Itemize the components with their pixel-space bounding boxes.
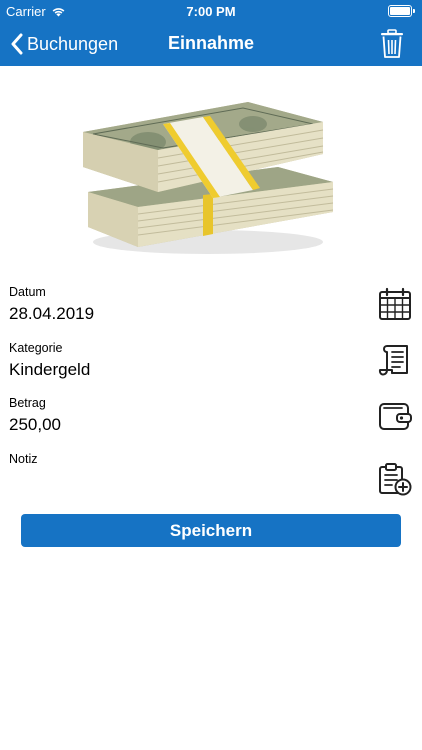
money-stack-image xyxy=(83,102,334,254)
date-value[interactable]: 28.04.2019 xyxy=(9,304,349,324)
wallet-icon[interactable] xyxy=(378,399,412,433)
amount-label: Betrag xyxy=(9,396,46,410)
battery-icon xyxy=(388,5,415,17)
category-label: Kategorie xyxy=(9,341,63,355)
clipboard-add-icon[interactable] xyxy=(378,462,412,496)
category-field[interactable]: Kategorie Kindergeld xyxy=(9,341,349,380)
note-field[interactable]: Notiz xyxy=(9,452,349,471)
amount-value[interactable]: 250,00 xyxy=(9,415,349,435)
trash-icon[interactable] xyxy=(380,29,404,59)
save-button[interactable]: Speichern xyxy=(21,514,401,547)
status-time: 7:00 PM xyxy=(186,4,236,19)
amount-field[interactable]: Betrag 250,00 xyxy=(9,396,349,435)
page-title: Einnahme xyxy=(167,33,255,53)
navigation-bar: Buchungen Einnahme xyxy=(0,22,422,66)
date-label: Datum xyxy=(9,285,46,299)
calendar-icon[interactable] xyxy=(378,287,412,321)
save-button-label: Speichern xyxy=(169,520,253,540)
status-bar: Carrier 7:00 PM xyxy=(0,0,422,22)
category-value[interactable]: Kindergeld xyxy=(9,360,349,380)
receipt-icon[interactable] xyxy=(378,343,412,377)
date-field[interactable]: Datum 28.04.2019 xyxy=(9,285,349,324)
note-label: Notiz xyxy=(9,452,38,466)
